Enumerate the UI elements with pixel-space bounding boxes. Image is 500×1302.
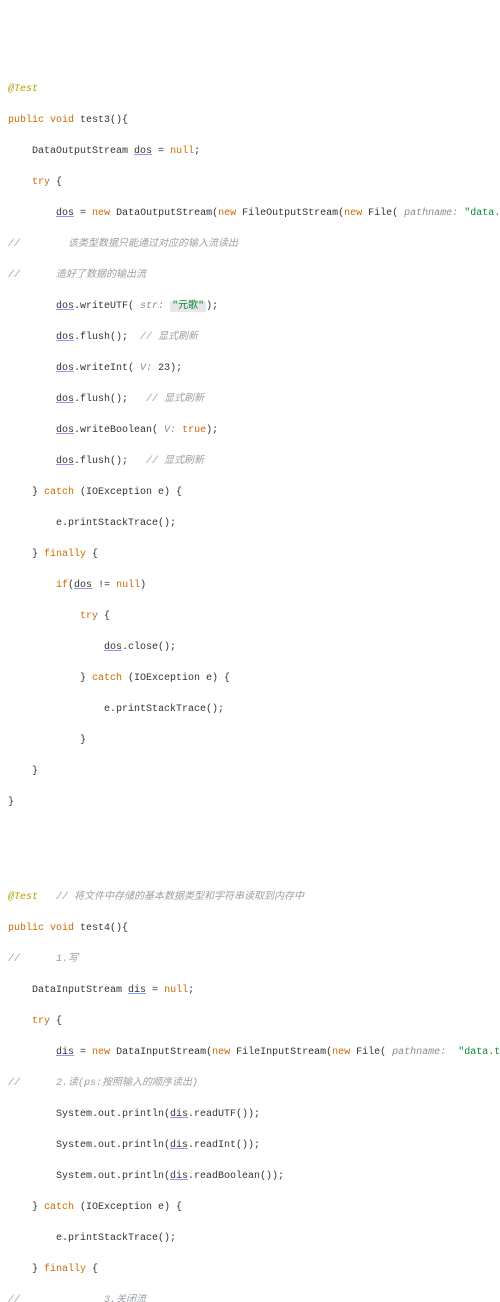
line: public void test3(){ <box>8 113 492 129</box>
line: System.out.println(dis.readInt()); <box>8 1138 492 1154</box>
line: dos.flush(); // 显式刷新 <box>8 454 492 470</box>
line: System.out.println(dis.readBoolean()); <box>8 1169 492 1185</box>
var-dis: dis <box>128 985 146 996</box>
annotation: @Test <box>8 84 38 95</box>
line: dos.writeUTF( str: "元歌"); <box>8 299 492 315</box>
line: } <box>8 764 492 780</box>
line: dos.close(); <box>8 640 492 656</box>
line: DataOutputStream dos = null; <box>8 144 492 160</box>
line: e.printStackTrace(); <box>8 702 492 718</box>
line: try { <box>8 175 492 191</box>
line: dos.writeInt( V: 23); <box>8 361 492 377</box>
line: dos = new DataOutputStream(new FileOutpu… <box>8 206 492 222</box>
line: e.printStackTrace(); <box>8 516 492 532</box>
line: // 1.写 <box>8 952 492 968</box>
line: } finally { <box>8 547 492 563</box>
line: dis = new DataInputStream(new FileInputS… <box>8 1045 492 1061</box>
line: // 造好了数据的输出流 <box>8 268 492 284</box>
line: if(dos != null) <box>8 578 492 594</box>
line: // 2.读(ps:按照输入的顺序读出) <box>8 1076 492 1092</box>
line: dos.flush(); // 显式刷新 <box>8 392 492 408</box>
line: } catch (IOException e) { <box>8 671 492 687</box>
line: } catch (IOException e) { <box>8 1200 492 1216</box>
code-block-test4: @Test // 将文件中存储的基本数据类型和字符串读取到内存中 public … <box>8 875 492 1302</box>
var-dos: dos <box>134 146 152 157</box>
line: try { <box>8 1014 492 1030</box>
line: e.printStackTrace(); <box>8 1231 492 1247</box>
line: // 该类型数据只能通过对应的输入流读出 <box>8 237 492 253</box>
line: dos.flush(); // 显式刷新 <box>8 330 492 346</box>
line: dos.writeBoolean( V: true); <box>8 423 492 439</box>
line: } <box>8 795 492 811</box>
line: @Test // 将文件中存储的基本数据类型和字符串读取到内存中 <box>8 890 492 906</box>
line: @Test <box>8 82 492 98</box>
code-block-test3: @Test public void test3(){ DataOutputStr… <box>8 66 492 826</box>
line: public void test4(){ <box>8 921 492 937</box>
line: } catch (IOException e) { <box>8 485 492 501</box>
line: } <box>8 733 492 749</box>
line: DataInputStream dis = null; <box>8 983 492 999</box>
line: // 3.关闭流 <box>8 1293 492 1302</box>
line: System.out.println(dis.readUTF()); <box>8 1107 492 1123</box>
line: } finally { <box>8 1262 492 1278</box>
annotation: @Test <box>8 892 38 903</box>
line: try { <box>8 609 492 625</box>
